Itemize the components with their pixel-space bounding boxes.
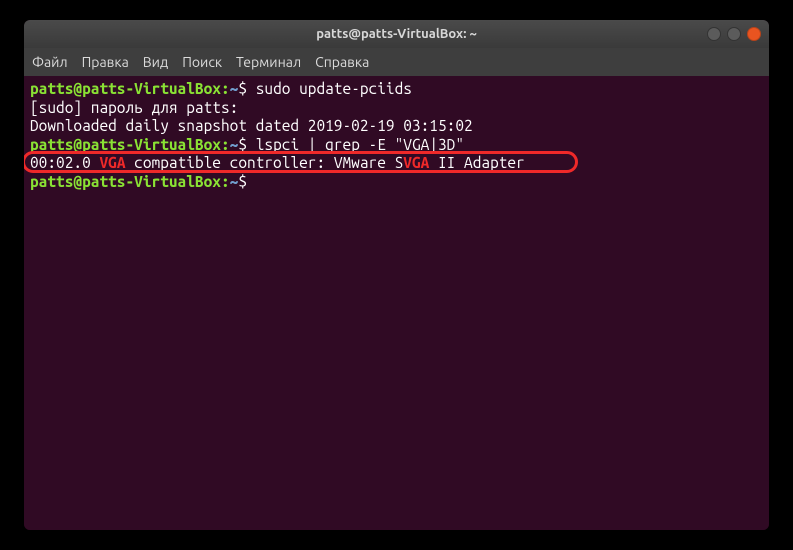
prompt-end: $ <box>238 173 255 190</box>
prompt-sep: : <box>221 80 230 97</box>
close-button[interactable] <box>747 27 761 41</box>
terminal-line-5-highlighted: 00:02.0 VGA compatible controller: VMwar… <box>30 154 763 173</box>
prompt-end: $ <box>238 136 255 153</box>
menubar: Файл Правка Вид Поиск Терминал Справка <box>24 48 769 76</box>
prompt-sep: : <box>221 136 230 153</box>
maximize-button[interactable] <box>727 27 741 41</box>
menu-file[interactable]: Файл <box>32 54 68 70</box>
grep-match-1: VGA <box>99 154 125 171</box>
prompt-user: patts@patts-VirtualBox <box>30 80 221 97</box>
terminal-body[interactable]: patts@patts-VirtualBox:~$ sudo update-pc… <box>24 76 769 530</box>
menu-terminal[interactable]: Терминал <box>236 54 301 70</box>
terminal-line-4: patts@patts-VirtualBox:~$ lspci | grep -… <box>30 136 763 155</box>
menu-help[interactable]: Справка <box>315 54 369 70</box>
cmd-2: lspci | grep -E "VGA|3D" <box>256 136 464 153</box>
window-controls <box>707 27 761 41</box>
terminal-window: patts@patts-VirtualBox: ~ Файл Правка Ви… <box>24 20 769 530</box>
terminal-line-1: patts@patts-VirtualBox:~$ sudo update-pc… <box>30 80 763 99</box>
menu-view[interactable]: Вид <box>143 54 168 70</box>
menu-edit[interactable]: Правка <box>82 54 129 70</box>
lspci-desc-2: II Adapter <box>429 154 524 171</box>
prompt-user: patts@patts-VirtualBox <box>30 136 221 153</box>
window-title: patts@patts-VirtualBox: ~ <box>316 27 477 41</box>
lspci-desc-1: compatible controller: VMware S <box>126 154 404 171</box>
prompt-end: $ <box>238 80 255 97</box>
lspci-slot: 00:02.0 <box>30 154 99 171</box>
cmd-1: sudo update-pciids <box>256 80 412 97</box>
prompt-user: patts@patts-VirtualBox <box>30 173 221 190</box>
terminal-line-3: Downloaded daily snapshot dated 2019-02-… <box>30 117 763 136</box>
grep-match-2: VGA <box>403 154 429 171</box>
minimize-button[interactable] <box>707 27 721 41</box>
titlebar: patts@patts-VirtualBox: ~ <box>24 20 769 48</box>
terminal-line-2: [sudo] пароль для patts: <box>30 99 763 118</box>
terminal-line-6: patts@patts-VirtualBox:~$ <box>30 173 763 192</box>
menu-search[interactable]: Поиск <box>182 54 222 70</box>
prompt-sep: : <box>221 173 230 190</box>
